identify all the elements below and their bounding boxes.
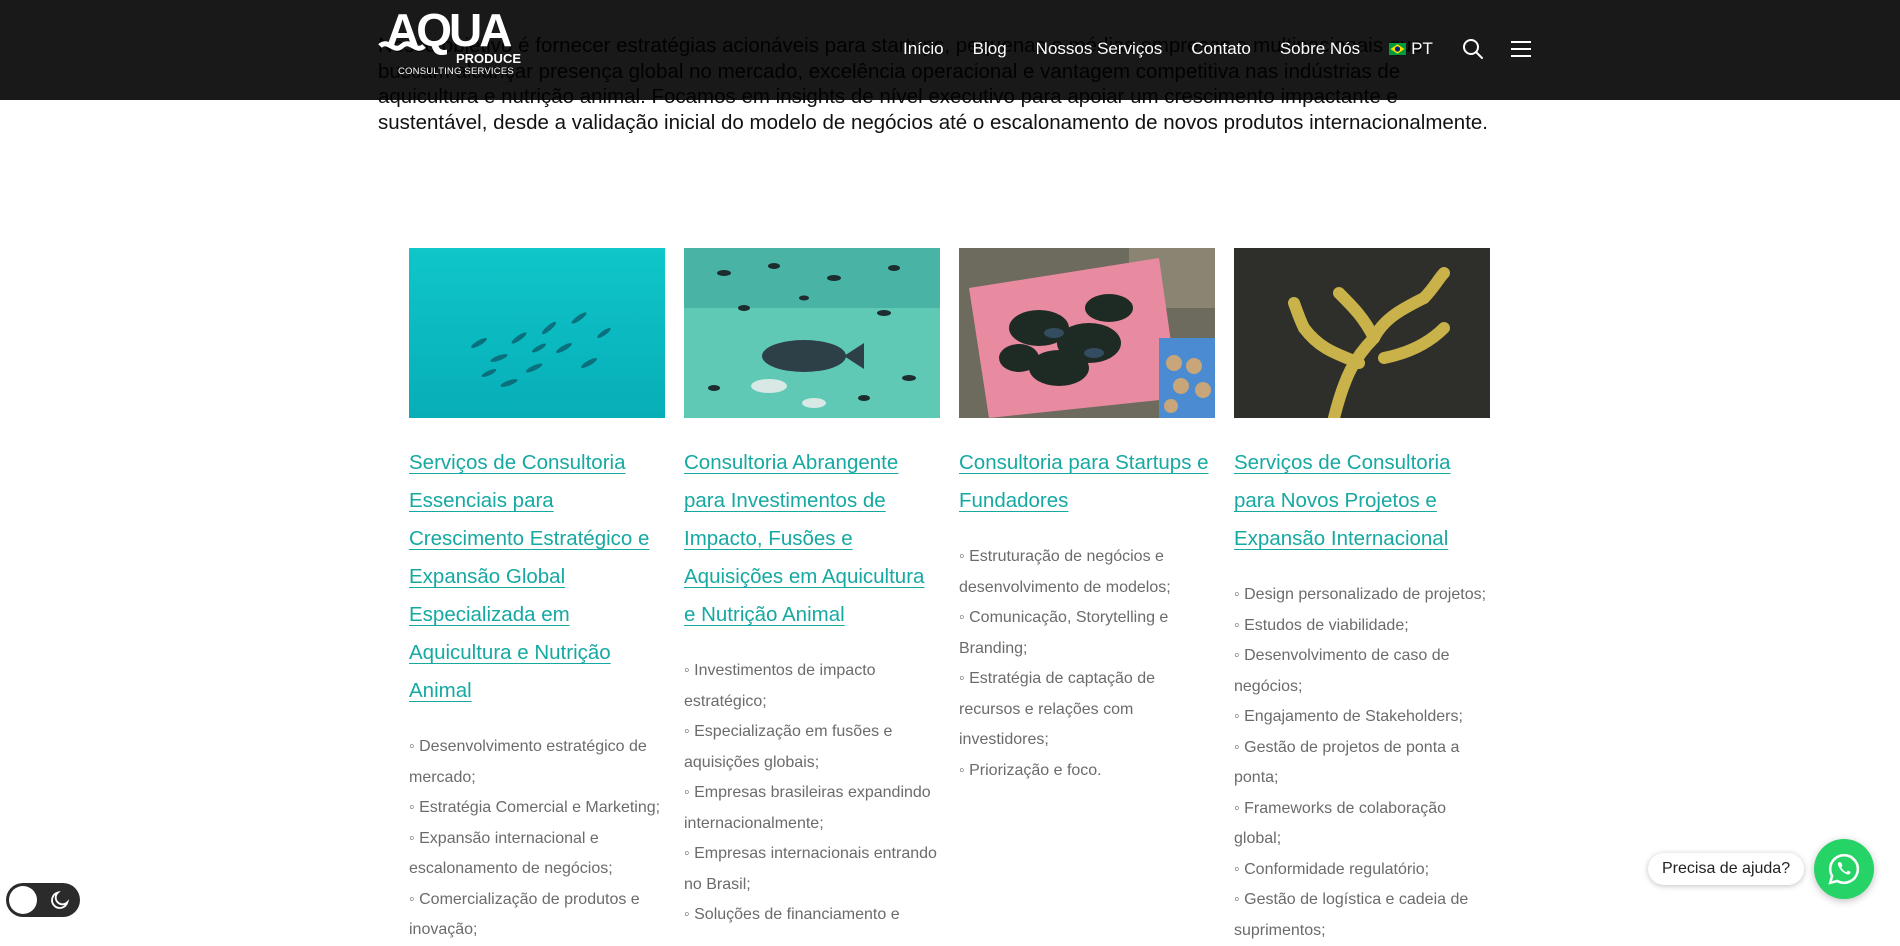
list-item: ◦ Gestão de logística e cadeia de suprim… xyxy=(1234,891,1469,939)
svg-text:AQUA: AQUA xyxy=(386,8,511,56)
service-card-title: Consultoria para Startups e Fundadores xyxy=(959,444,1215,520)
moon-icon xyxy=(51,890,70,909)
help-bubble[interactable]: Precisa de ajuda? xyxy=(1648,853,1805,885)
list-item: ◦ Comercialização de produtos e inovação… xyxy=(409,890,640,939)
nav-contato[interactable]: Contato xyxy=(1191,39,1251,59)
list-item: ◦ Estruturação de negócios e desenvolvim… xyxy=(959,548,1171,596)
list-item: ◦ Engajamento de Stakeholders; xyxy=(1234,708,1463,725)
list-item: ◦ Estudos de viabilidade; xyxy=(1234,616,1409,634)
service-list: ◦ Desenvolvimento estratégico de mercado… xyxy=(409,732,665,946)
language-label: PT xyxy=(1411,39,1433,58)
service-card-3: Consultoria para Startups e Fundadores ◦… xyxy=(959,248,1215,786)
logo-subtitle: CONSULTING SERVICES xyxy=(398,66,514,77)
nav-inicio[interactable]: Início xyxy=(903,39,944,59)
service-list: ◦ Investimentos de impacto estratégico; … xyxy=(684,656,940,931)
list-item: ◦ Empresas internacionais entrando no Br… xyxy=(684,845,937,893)
yellow-coral-image xyxy=(1234,248,1490,418)
service-card-link[interactable]: Consultoria Abrangente para Investimento… xyxy=(684,451,924,626)
svg-text:PRODUCE: PRODUCE xyxy=(456,51,521,66)
list-item: ◦ Conformidade regulatório; xyxy=(1234,860,1430,878)
service-card-title: Serviços de Consultoria para Novos Proje… xyxy=(1234,444,1490,558)
service-card-title: Consultoria Abrangente para Investimento… xyxy=(684,444,940,634)
site-logo[interactable]: AQUA PRODUCE CONSULTING SERVICES xyxy=(378,4,526,80)
language-switcher[interactable]: PT xyxy=(1389,39,1433,59)
main-nav: Início Blog Nossos Serviços Contato Sobr… xyxy=(903,37,1557,61)
list-item: ◦ Expansão internacional e escalonamento… xyxy=(409,829,613,878)
service-card-link[interactable]: Consultoria para Startups e Fundadores xyxy=(959,451,1209,512)
list-item: ◦ Estratégia Comercial e Marketing; xyxy=(409,799,661,816)
list-item: ◦ Estratégia de captação de recursos e r… xyxy=(959,670,1156,748)
list-item: ◦ Especialização em fusões e aquisições … xyxy=(684,723,893,771)
nav-nossos-servicos[interactable]: Nossos Serviços xyxy=(1036,39,1163,59)
list-item: ◦ Frameworks de colaboração global; xyxy=(1234,799,1446,848)
whatsapp-icon xyxy=(1828,853,1860,885)
dark-mode-toggle[interactable] xyxy=(6,883,80,917)
list-item: ◦ Design personalizado de projetos; xyxy=(1234,586,1487,603)
menu-icon[interactable] xyxy=(1509,37,1533,61)
site-header: AQUA PRODUCE CONSULTING SERVICES Início … xyxy=(0,0,1900,100)
whatsapp-button[interactable] xyxy=(1814,839,1874,899)
list-item: ◦ Desenvolvimento de caso de negócios; xyxy=(1234,647,1450,695)
service-list: ◦ Estruturação de negócios e desenvolvim… xyxy=(959,542,1215,786)
service-card-title: Serviços de Consultoria Essenciais para … xyxy=(409,444,665,710)
brazil-flag-icon xyxy=(1389,43,1407,55)
service-list: ◦ Design personalizado de projetos; ◦ Es… xyxy=(1234,580,1490,946)
search-icon[interactable] xyxy=(1461,37,1485,61)
list-item: ◦ Priorização e foco. xyxy=(959,761,1102,779)
aquarium-fish-image xyxy=(684,248,940,418)
service-card-link[interactable]: Serviços de Consultoria para Novos Proje… xyxy=(1234,451,1451,550)
nav-blog[interactable]: Blog xyxy=(973,39,1007,59)
list-item: ◦ Empresas brasileiras expandindo intern… xyxy=(684,784,931,832)
teal-water-fish-image xyxy=(409,248,665,418)
list-item: ◦ Comunicação, Storytelling e Branding; xyxy=(959,609,1169,657)
seafood-basket-image xyxy=(959,248,1215,418)
toggle-knob xyxy=(9,886,37,914)
service-card-2: Consultoria Abrangente para Investimento… xyxy=(684,248,940,931)
nav-sobre-nos[interactable]: Sobre Nós xyxy=(1280,39,1360,59)
list-item: ◦ Desenvolvimento estratégico de mercado… xyxy=(409,738,647,786)
service-card-link[interactable]: Serviços de Consultoria Essenciais para … xyxy=(409,451,649,702)
service-card-1: Serviços de Consultoria Essenciais para … xyxy=(409,248,665,946)
list-item: ◦ Investimentos de impacto estratégico; xyxy=(684,662,876,710)
service-card-4: Serviços de Consultoria para Novos Proje… xyxy=(1234,248,1490,946)
logo-mark: AQUA PRODUCE xyxy=(378,4,521,66)
list-item: ◦ Gestão de projetos de ponta a ponta; xyxy=(1234,738,1460,787)
